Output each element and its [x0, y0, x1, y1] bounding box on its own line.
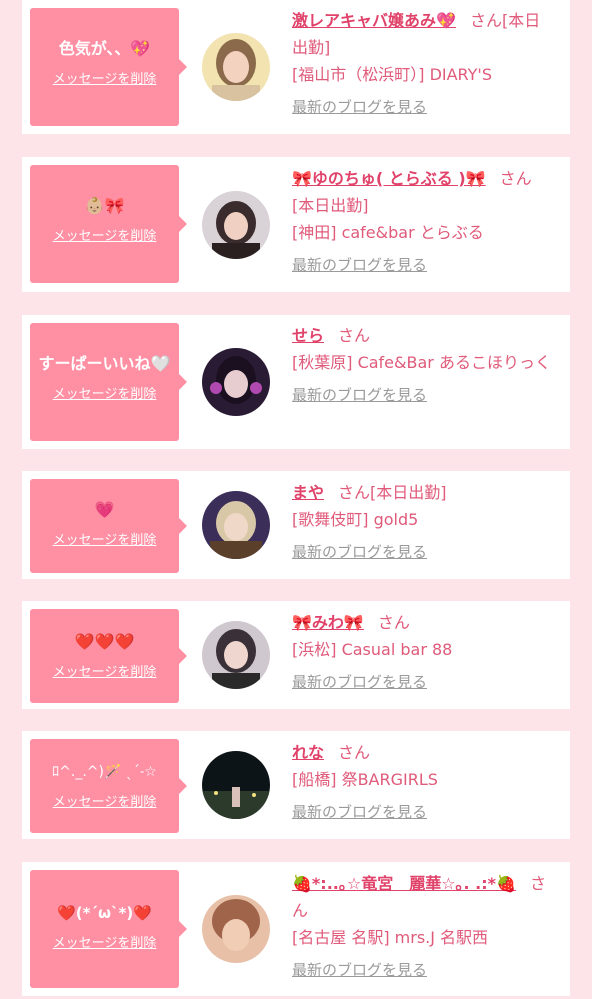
avatar-image — [202, 895, 270, 963]
san-suffix: さん — [377, 613, 410, 632]
message-text: ❤️❤️❤️ — [74, 632, 135, 651]
cast-name-link[interactable]: 🎀ゆのちゅ( とらぶる )🎀 — [292, 169, 486, 188]
avatar[interactable] — [202, 348, 270, 416]
san-suffix: さん — [469, 11, 502, 30]
avatar-image — [202, 191, 270, 259]
message-bubble: 色気が、、💖 メッセージを削除 — [30, 8, 187, 126]
cast-info: 🍓*:..｡☆竜宮 麗華☆｡. .:*🍓 さん [名古屋 名駅] mrs.J 名駅… — [292, 870, 554, 984]
avatar[interactable] — [202, 895, 270, 963]
message-text: すーぱーいいね🤍 — [38, 354, 171, 373]
message-text: 👶🏼🎀 — [84, 196, 125, 215]
shop-name: [船橋] 祭BARGIRLS — [292, 770, 438, 789]
message-bubble: 👶🏼🎀 メッセージを削除 — [30, 165, 187, 283]
message-text: 色気が、、💖 — [58, 39, 151, 58]
message-text: ❤️(*´ω`*)❤️ — [57, 904, 152, 922]
message-bubble: ❤️(*´ω`*)❤️ メッセージを削除 — [30, 870, 187, 988]
shop-name: [歌舞伎町] gold5 — [292, 510, 419, 529]
cast-info: まや さん[本日出勤] [歌舞伎町] gold5 最新のブログを見る — [292, 479, 554, 566]
avatar-image — [202, 621, 270, 689]
san-suffix: さん — [338, 743, 371, 762]
cast-name-link[interactable]: まや — [292, 483, 324, 502]
san-suffix: さん — [338, 326, 371, 345]
message-bubble: ❤️❤️❤️ メッセージを削除 — [30, 609, 187, 703]
message-card: ❤️(*´ω`*)❤️ メッセージを削除 🍓*:..｡☆竜宮 麗華☆｡. .:*… — [22, 862, 570, 996]
shop-name: [秋葉原] Cafe&Bar あるこほりっく — [292, 353, 551, 372]
cast-name-link[interactable]: 🎀みわ🎀 — [292, 613, 364, 632]
avatar[interactable] — [202, 491, 270, 559]
latest-blog-link[interactable]: 最新のブログを見る — [292, 382, 427, 409]
message-text: ﾛ^._.^)🪄 ˎˊ˗☆ — [52, 764, 157, 780]
san-suffix: さん — [499, 169, 532, 188]
cast-info: 🎀みわ🎀 さん [浜松] Casual bar 88 最新のブログを見る — [292, 609, 554, 696]
message-card: 色気が、、💖 メッセージを削除 激レアキャバ嬢あみ💖 さん[本日出勤] [福山市（… — [22, 0, 570, 134]
latest-blog-link[interactable]: 最新のブログを見る — [292, 957, 427, 984]
shop-name: [神田] cafe&bar とらぶる — [292, 223, 484, 242]
shop-name: [名古屋 名駅] mrs.J 名駅西 — [292, 928, 489, 947]
avatar[interactable] — [202, 621, 270, 689]
latest-blog-link[interactable]: 最新のブログを見る — [292, 799, 427, 826]
avatar-image — [202, 751, 270, 819]
message-card: すーぱーいいね🤍 メッセージを削除 せら さん [秋葉原] Cafe&Bar ある… — [22, 315, 570, 449]
message-card: 👶🏼🎀 メッセージを削除 🎀ゆのちゅ( とらぶる )🎀 さん [本日出勤] [神田… — [22, 157, 570, 292]
avatar-image — [202, 33, 270, 101]
cast-info: れな さん [船橋] 祭BARGIRLS 最新のブログを見る — [292, 739, 554, 826]
avatar[interactable] — [202, 33, 270, 101]
cast-name-link[interactable]: れな — [292, 743, 324, 762]
shop-name: [福山市（松浜町）] DIARY'S — [292, 65, 492, 84]
message-text: 💗 — [94, 500, 115, 519]
delete-message-link[interactable]: メッセージを削除 — [53, 68, 157, 87]
delete-message-link[interactable]: メッセージを削除 — [53, 932, 157, 951]
cast-info: せら さん [秋葉原] Cafe&Bar あるこほりっく 最新のブログを見る — [292, 322, 554, 409]
message-card: ❤️❤️❤️ メッセージを削除 🎀みわ🎀 さん [浜松] Casual bar 8… — [22, 601, 570, 709]
avatar[interactable] — [202, 191, 270, 259]
message-bubble: 💗 メッセージを削除 — [30, 479, 187, 573]
cast-name-link[interactable]: 激レアキャバ嬢あみ💖 — [292, 11, 456, 30]
delete-message-link[interactable]: メッセージを削除 — [53, 383, 157, 402]
latest-blog-link[interactable]: 最新のブログを見る — [292, 539, 427, 566]
cast-name-link[interactable]: 🍓*:..｡☆竜宮 麗華☆｡. .:*🍓 — [292, 874, 516, 893]
message-card: 💗 メッセージを削除 まや さん[本日出勤] [歌舞伎町] gold5 最新のブロ… — [22, 471, 570, 579]
message-card: ﾛ^._.^)🪄 ˎˊ˗☆ メッセージを削除 れな さん [船橋] 祭BARGIR… — [22, 731, 570, 839]
message-bubble: すーぱーいいね🤍 メッセージを削除 — [30, 323, 187, 441]
avatar[interactable] — [202, 751, 270, 819]
message-bubble: ﾛ^._.^)🪄 ˎˊ˗☆ メッセージを削除 — [30, 739, 187, 833]
san-suffix: さん — [338, 483, 371, 502]
delete-message-link[interactable]: メッセージを削除 — [53, 661, 157, 680]
status-tag: [本日出勤] — [292, 196, 369, 215]
latest-blog-link[interactable]: 最新のブログを見る — [292, 94, 427, 121]
cast-info: 🎀ゆのちゅ( とらぶる )🎀 さん [本日出勤] [神田] cafe&bar とら… — [292, 165, 554, 279]
latest-blog-link[interactable]: 最新のブログを見る — [292, 252, 427, 279]
delete-message-link[interactable]: メッセージを削除 — [53, 791, 157, 810]
cast-name-link[interactable]: せら — [292, 326, 324, 345]
message-list: 色気が、、💖 メッセージを削除 激レアキャバ嬢あみ💖 さん[本日出勤] [福山市（… — [0, 0, 592, 999]
delete-message-link[interactable]: メッセージを削除 — [53, 225, 157, 244]
avatar-image — [202, 491, 270, 559]
avatar-image — [202, 348, 270, 416]
cast-info: 激レアキャバ嬢あみ💖 さん[本日出勤] [福山市（松浜町）] DIARY'S 最新… — [292, 7, 554, 121]
shop-name: [浜松] Casual bar 88 — [292, 640, 453, 659]
latest-blog-link[interactable]: 最新のブログを見る — [292, 669, 427, 696]
delete-message-link[interactable]: メッセージを削除 — [53, 529, 157, 548]
status-tag: [本日出勤] — [370, 483, 447, 502]
